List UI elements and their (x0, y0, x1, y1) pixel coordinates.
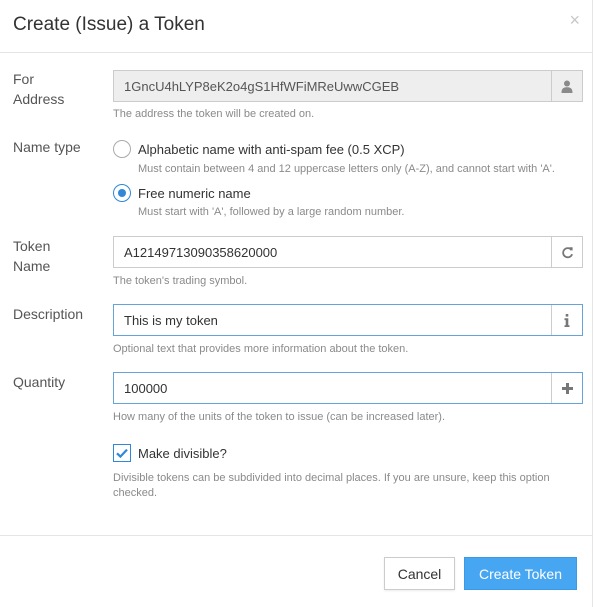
quantity-field[interactable] (114, 373, 551, 403)
address-label-line2: Address (13, 91, 65, 107)
radio-label-alphabetic: Alphabetic name with anti-spam fee (0.5 … (138, 141, 405, 157)
user-icon (551, 71, 582, 101)
close-icon[interactable]: × (569, 11, 580, 29)
address-field[interactable] (114, 71, 551, 101)
token-name-label-line2: Name (13, 258, 51, 274)
token-name-help: The token's trading symbol. (113, 275, 248, 287)
description-help: Optional text that provides more informa… (113, 343, 409, 355)
divisible-label: Make divisible? (138, 445, 227, 461)
name-type-label: Name type (13, 139, 81, 155)
divisible-checkbox[interactable] (113, 444, 131, 462)
description-input-group (113, 304, 583, 336)
info-icon (551, 305, 582, 335)
plus-icon[interactable] (551, 373, 582, 403)
address-help: The address the token will be created on… (113, 108, 315, 120)
token-name-label: Token Name (13, 236, 93, 276)
dialog-header: Create (Issue) a Token × (0, 0, 592, 53)
divisible-help-line1: Divisible tokens can be subdivided into … (113, 472, 550, 484)
address-input-group (113, 70, 583, 102)
radio-alphabetic-name[interactable]: Alphabetic name with anti-spam fee (0.5 … (113, 140, 405, 158)
numeric-help: Must start with 'A', followed by a large… (138, 206, 405, 218)
checkmark-icon (116, 448, 128, 459)
dialog-title: Create (Issue) a Token (13, 14, 205, 35)
dialog-footer: Cancel Create Token (0, 535, 593, 607)
description-label: Description (13, 306, 84, 322)
create-token-button[interactable]: Create Token (464, 557, 577, 590)
address-label-line1: For (13, 71, 34, 87)
radio-numeric-name[interactable]: Free numeric name (113, 184, 251, 202)
quantity-label: Quantity (13, 374, 66, 390)
radio-button-alphabetic[interactable] (113, 140, 131, 158)
token-name-label-line1: Token (13, 238, 51, 254)
refresh-icon[interactable] (551, 237, 582, 267)
alphabetic-help: Must contain between 4 and 12 uppercase … (138, 163, 555, 175)
divisible-help: Divisible tokens can be subdivided into … (113, 471, 550, 501)
address-label: For Address (13, 69, 93, 109)
divisible-help-line2: checked. (113, 487, 158, 499)
radio-label-numeric: Free numeric name (138, 185, 251, 201)
quantity-input-group (113, 372, 583, 404)
token-name-input-group (113, 236, 583, 268)
radio-button-numeric[interactable] (113, 184, 131, 202)
create-token-dialog: Create (Issue) a Token × For Address The… (0, 0, 593, 607)
description-field[interactable] (114, 305, 551, 335)
quantity-help: How many of the units of the token to is… (113, 411, 446, 423)
token-name-field[interactable] (114, 237, 551, 267)
cancel-button[interactable]: Cancel (384, 557, 455, 590)
divisible-checkbox-row[interactable]: Make divisible? (113, 444, 227, 462)
